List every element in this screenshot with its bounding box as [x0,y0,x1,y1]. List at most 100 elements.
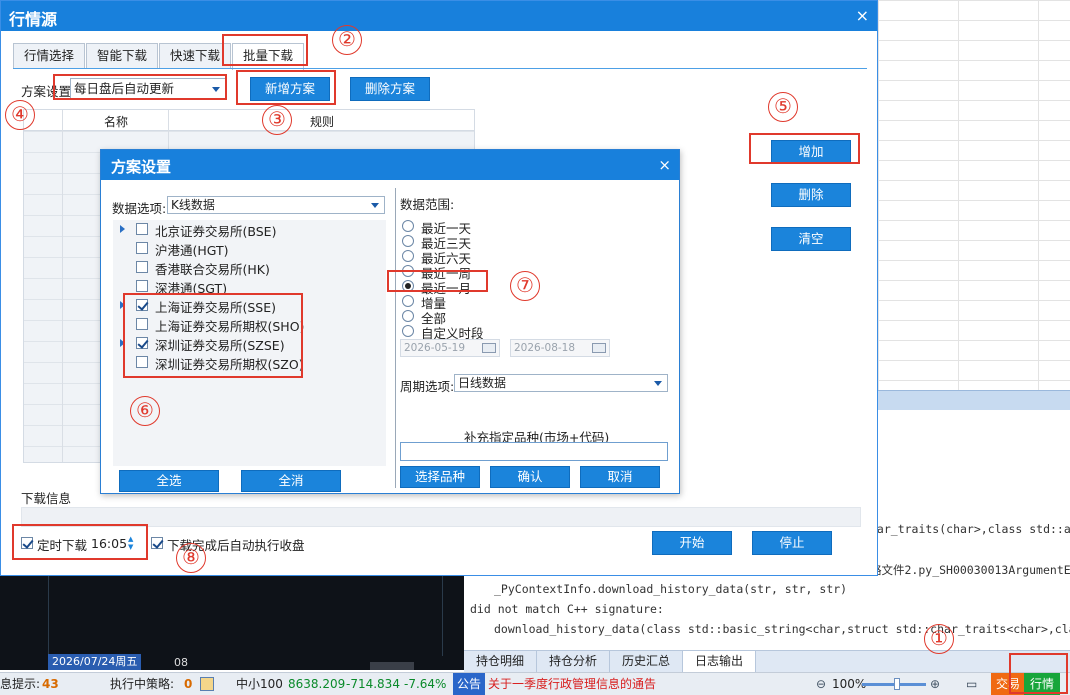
strategy-count[interactable]: 0 [184,673,192,695]
annotation-number: ② [332,25,362,55]
scheme-select[interactable]: 每日盘后自动更新 [70,78,226,100]
zoom-in-icon[interactable]: ⊕ [930,673,940,695]
tab-position-detail[interactable]: 持仓明细 [464,651,538,672]
tab-log-output[interactable]: 日志输出 [683,651,757,672]
delete-button[interactable]: 删除 [771,183,851,207]
log-line: download_history_data(class std::basic_s… [494,622,1070,636]
list-item[interactable]: 上海证券交易所(SSE) [113,296,386,315]
monitor-icon[interactable]: ▭ [966,673,977,695]
zoom-slider-thumb[interactable] [894,678,900,690]
log-line: har_traits(char>,class std::allo [870,522,1070,536]
confirm-button[interactable]: 确认 [490,466,570,488]
data-option-select[interactable]: K线数据 [167,196,385,214]
market-checkbox[interactable] [136,223,148,235]
data-range-label: 数据范围: [400,197,455,212]
chart-scroll-thumb[interactable] [370,662,414,670]
range-radio[interactable] [402,235,414,247]
tab-smart-download[interactable]: 智能下载 [86,43,159,69]
zoom-out-icon[interactable]: ⊖ [816,673,826,695]
select-all-button[interactable]: 全选 [119,470,219,492]
period-label: 周期选项: [400,379,455,394]
market-checkbox[interactable] [136,242,148,254]
cancel-button[interactable]: 取消 [580,466,660,488]
stop-button[interactable]: 停止 [752,531,832,555]
bottom-tab-bar: 持仓明细 持仓分析 历史汇总 日志输出 [464,650,1070,672]
list-item[interactable]: 香港联合交易所(HK) [113,258,386,277]
strategy-icon[interactable] [200,677,214,691]
tab-fast-download[interactable]: 快速下载 [159,43,232,69]
market-checkbox[interactable] [136,356,148,368]
market-label: 上海证券交易所(SSE) [155,300,277,315]
dialog-title: 行情源 [9,10,58,29]
close-icon[interactable]: × [658,156,671,174]
panel-header-bar [878,390,1070,410]
list-item[interactable]: 上海证券交易所期权(SHO) [113,315,386,334]
list-item[interactable]: 深港通(SGT) [113,277,386,296]
period-value: 日线数据 [458,376,507,390]
data-option-label: 数据选项: [112,201,167,216]
message-count[interactable]: 43 [42,673,59,695]
range-radio[interactable] [402,220,414,232]
new-scheme-button[interactable]: 新增方案 [250,77,330,101]
range-radio[interactable] [402,295,414,307]
tab-history-summary[interactable]: 历史汇总 [610,651,684,672]
range-radio[interactable] [402,310,414,322]
timed-download-time[interactable]: 16:05 [91,536,127,551]
list-item[interactable]: 沪港通(HGT) [113,239,386,258]
log-line: did not match C++ signature: [470,602,664,616]
market-checkbox[interactable] [136,318,148,330]
index-change: -714.834 [346,677,400,691]
download-progress-bar [21,507,861,527]
kline-chart[interactable]: 2026/07/24周五 08 [0,576,464,670]
market-label: 香港联合交易所(HK) [155,262,270,277]
list-item[interactable]: 深圳证券交易所(SZSE) [113,334,386,353]
expand-icon[interactable] [120,339,125,347]
close-icon[interactable]: × [856,6,869,25]
expand-icon[interactable] [120,225,125,233]
expand-icon[interactable] [120,301,125,309]
clear-button[interactable]: 清空 [771,227,851,251]
add-button[interactable]: 增加 [771,140,851,164]
market-checkbox[interactable] [136,337,148,349]
tab-bar: 行情选择 智能下载 快速下载 批量下载 [13,43,305,70]
list-item[interactable]: 深圳证券交易所期权(SZO) [113,353,386,372]
range-radio[interactable] [402,325,414,337]
market-label: 北京证券交易所(BSE) [155,224,277,239]
trade-button[interactable]: 交易 [991,673,1026,695]
start-button[interactable]: 开始 [652,531,732,555]
column-header-name: 名称 [104,115,129,129]
tab-batch-download[interactable]: 批量下载 [232,43,305,70]
clear-all-button[interactable]: 全消 [241,470,341,492]
auto-close-checkbox[interactable] [151,537,163,549]
period-select[interactable]: 日线数据 [454,374,668,392]
annotation-number: ③ [262,105,292,135]
timed-download-checkbox[interactable] [21,537,33,549]
choose-symbol-button[interactable]: 选择品种 [400,466,480,488]
dialog-titlebar[interactable]: 行情源 × [1,1,877,31]
range-radio[interactable] [402,265,414,277]
notice-label[interactable]: 公告 [453,673,486,695]
start-date-input[interactable]: 2026-05-19 [400,339,500,357]
time-spinner-icon[interactable]: ▲ ▼ [128,535,133,551]
calendar-icon[interactable] [482,343,496,353]
calendar-icon[interactable] [592,343,606,353]
dialog-titlebar[interactable]: 方案设置 × [101,150,679,180]
tab-quote-select[interactable]: 行情选择 [13,43,86,69]
list-item[interactable]: 北京证券交易所(BSE) [113,220,386,239]
market-checkbox[interactable] [136,280,148,292]
end-date-input[interactable]: 2026-08-18 [510,339,610,357]
market-list[interactable]: 北京证券交易所(BSE) 沪港通(HGT) 香港联合交易所(HK) 深港通(SG… [113,220,386,466]
start-date-value: 2026-05-19 [404,342,466,354]
supplement-input[interactable] [400,442,668,461]
column-header-rule: 规则 [310,115,335,129]
range-radio[interactable] [402,280,414,292]
market-label: 深圳证券交易所(SZSE) [155,338,285,353]
quote-button[interactable]: 行情 [1024,673,1061,695]
annotation-number: ④ [5,100,35,130]
market-checkbox[interactable] [136,261,148,273]
tab-position-analysis[interactable]: 持仓分析 [537,651,611,672]
market-checkbox[interactable] [136,299,148,311]
range-radio[interactable] [402,250,414,262]
delete-scheme-button[interactable]: 删除方案 [350,77,430,101]
notice-text[interactable]: 关于一季度行政管理信息的通告 [488,673,656,695]
